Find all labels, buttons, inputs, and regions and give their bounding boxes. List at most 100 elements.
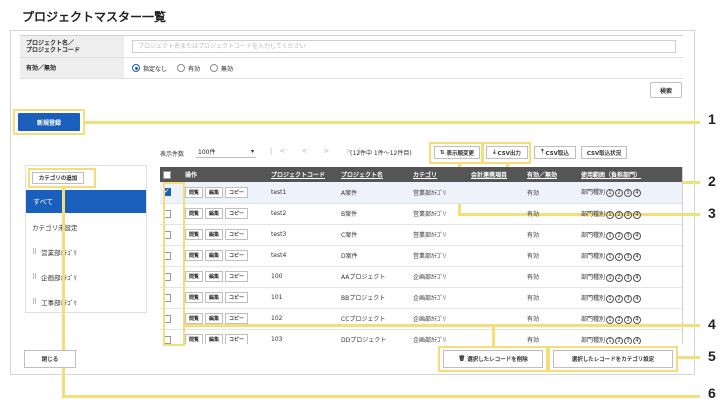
circled-number-icon: 4 — [633, 294, 642, 303]
radio-button[interactable] — [177, 64, 186, 72]
search-button[interactable]: 検索 — [650, 82, 682, 98]
row-action-button[interactable]: 編集 — [205, 186, 224, 198]
circled-number-icon: 1 — [606, 231, 615, 240]
column-header[interactable]: カテゴリ — [410, 167, 468, 182]
usage-prefix: 部門種別 — [581, 273, 606, 281]
drag-handle-icon[interactable]: ⠿ — [32, 273, 37, 281]
usage-cell: 部門種別 1 2 3 4 — [578, 266, 682, 288]
category-item[interactable]: ⠿ 企画部ｶﾃｺﾞﾘ — [32, 272, 77, 282]
status-radio-option[interactable]: 有効 — [177, 64, 200, 73]
row-actions: 閲覧 編集 コピー — [182, 203, 268, 225]
circled-number-icon: 4 — [633, 273, 642, 282]
category-all[interactable]: すべて — [26, 190, 146, 213]
csv-import-button[interactable]: ⤒ CSV取込 — [534, 146, 576, 159]
row-action-button[interactable]: 編集 — [205, 292, 224, 303]
table-header-row: 操作 プロジェクトコード プロジェクト名 カテゴリ 会計連携項目 有効／無効 使… — [160, 167, 682, 182]
row-action-button[interactable]: 編集 — [205, 229, 224, 240]
usage-cell: 部門種別 1 2 3 4 — [578, 245, 682, 267]
usage-prefix: 部門種別 — [581, 294, 606, 302]
accounting-cell — [468, 266, 524, 288]
row-action-button[interactable]: コピー — [225, 313, 249, 324]
column-header[interactable]: 有効／無効 — [524, 167, 578, 182]
row-action-button[interactable]: コピー — [225, 334, 249, 344]
table-row[interactable]: 閲覧 編集 コピー 103 DDプロジェクト 企画部ｶﾃｺﾞﾘ 有効 部門種別 1 2 3 4 — [160, 329, 682, 344]
row-action-button[interactable]: 閲覧 — [185, 208, 204, 219]
row-action-button[interactable]: コピー — [225, 250, 249, 261]
per-page-label: 表示件数 — [160, 151, 185, 158]
circled-number-icon: 3 — [624, 273, 633, 282]
column-header[interactable]: プロジェクト名 — [338, 167, 410, 182]
category-unset[interactable]: カテゴリ未設定 — [32, 222, 78, 232]
csv-import-status-button[interactable]: CSV取込状況 — [581, 146, 627, 159]
row-actions: 閲覧 編集 コピー — [182, 224, 268, 246]
close-button[interactable]: 閉じる — [24, 350, 76, 368]
table-row[interactable]: 閲覧編集コピーtest1A案件営業部ｶﾃｺﾞﾘ有効部門種別1234 — [160, 182, 682, 204]
project-name-cell: B案件 — [338, 203, 410, 225]
circled-number-icon: 4 — [633, 231, 642, 240]
radio-button[interactable] — [132, 64, 140, 72]
project-code-cell: 101 — [268, 287, 338, 309]
row-action-button[interactable]: コピー — [225, 271, 249, 282]
row-action-button[interactable]: 編集 — [205, 313, 224, 324]
drag-handle-icon[interactable]: ⠿ — [32, 298, 37, 306]
callout-line-5 — [678, 356, 700, 359]
table-row[interactable]: 閲覧 編集 コピー 101 BBプロジェクト 企画部ｶﾃｺﾞﾘ 有効 部門種別 1 2 3 4 — [160, 287, 682, 309]
category-item[interactable]: ⠿ 工事部ｶﾃｺﾞﾘ — [32, 297, 77, 307]
usage-prefix: 部門種別 — [581, 315, 606, 323]
callout-highlight-1 — [13, 109, 85, 135]
callout-highlight-5b — [548, 346, 678, 372]
status-cell: 有効 — [524, 287, 578, 309]
column-header[interactable]: プロジェクトコード — [268, 167, 338, 182]
row-action-button[interactable]: 閲覧 — [185, 186, 204, 198]
drag-handle-icon[interactable]: ⠿ — [32, 248, 37, 256]
column-header[interactable]: 会計連携項目 — [468, 167, 524, 182]
row-action-button[interactable]: 編集 — [205, 271, 224, 282]
range-text: (12件中 1件～12件目) — [350, 150, 412, 157]
per-page-select[interactable]: 100件 ▾ — [196, 146, 256, 158]
table-row[interactable]: 閲覧 編集 コピー 100 AAプロジェクト 企画部ｶﾃｺﾞﾘ 有効 部門種別 1 2 3 4 — [160, 266, 682, 288]
callout-highlight-6 — [28, 168, 96, 188]
search-input[interactable]: プロジェクト名またはプロジェクトコードを入力してください — [132, 40, 676, 53]
row-action-button[interactable]: コピー — [225, 186, 249, 198]
circled-number-icon: 1 — [606, 252, 615, 261]
row-action-button[interactable]: 閲覧 — [185, 271, 204, 282]
row-action-button[interactable]: コピー — [225, 292, 249, 303]
status-cell: 有効 — [524, 182, 578, 204]
status-radio-option[interactable]: 無効 — [210, 64, 233, 73]
callout-line-6 — [62, 395, 700, 398]
status-radio-option[interactable]: 指定なし — [132, 64, 167, 73]
circled-number-icon: 1 — [606, 189, 615, 198]
circled-number-icon: 4 — [633, 210, 642, 219]
column-header: 操作 — [182, 167, 268, 182]
usage-cell: 部門種別 1 2 3 4 — [578, 203, 682, 225]
project-code-cell: 100 — [268, 266, 338, 288]
row-action-button[interactable]: 閲覧 — [185, 313, 204, 324]
project-code-cell: test1 — [268, 182, 338, 204]
table-row[interactable]: 閲覧 編集 コピー test4 D案件 営業部ｶﾃｺﾞﾘ 有効 部門種別 1 2 3 4 — [160, 245, 682, 267]
category-cell: 企画部ｶﾃｺﾞﾘ — [410, 287, 468, 309]
row-action-button[interactable]: コピー — [225, 229, 249, 240]
row-actions: 閲覧 編集 コピー — [182, 182, 268, 204]
status-cell: 有効 — [524, 203, 578, 225]
row-action-button[interactable]: 閲覧 — [185, 250, 204, 261]
row-action-button[interactable]: 編集 — [205, 250, 224, 261]
row-action-button[interactable]: 閲覧 — [185, 229, 204, 240]
project-name-cell: D案件 — [338, 245, 410, 267]
category-item[interactable]: ⠿ 営業部ｶﾃｺﾞﾘ — [32, 247, 77, 257]
radio-label: 無効 — [221, 65, 234, 73]
search-name-label: プロジェクト名／ プロジェクトコード — [20, 36, 124, 57]
row-action-button[interactable]: 編集 — [205, 334, 224, 344]
circled-number-icon: 2 — [615, 273, 624, 282]
callout-highlight-4 — [163, 182, 185, 346]
row-action-button[interactable]: 編集 — [205, 208, 224, 219]
table-row[interactable]: 閲覧 編集 コピー test2 B案件 営業部ｶﾃｺﾞﾘ 有効 部門種別 1 2 3 4 — [160, 203, 682, 225]
row-action-button[interactable]: 閲覧 — [185, 334, 204, 344]
select-all-checkbox[interactable] — [163, 170, 171, 179]
search-row-status: 有効／無効 指定なし 有効 無効 — [20, 58, 683, 79]
row-action-button[interactable]: コピー — [225, 208, 249, 219]
row-action-button[interactable]: 閲覧 — [185, 292, 204, 303]
select-all-cell[interactable] — [160, 167, 182, 182]
radio-button[interactable] — [210, 64, 219, 72]
column-header[interactable]: 使用範囲（負担部門） — [578, 167, 682, 182]
table-row[interactable]: 閲覧 編集 コピー test3 C案件 営業部ｶﾃｺﾞﾘ 有効 部門種別 1 2 3 4 — [160, 224, 682, 246]
